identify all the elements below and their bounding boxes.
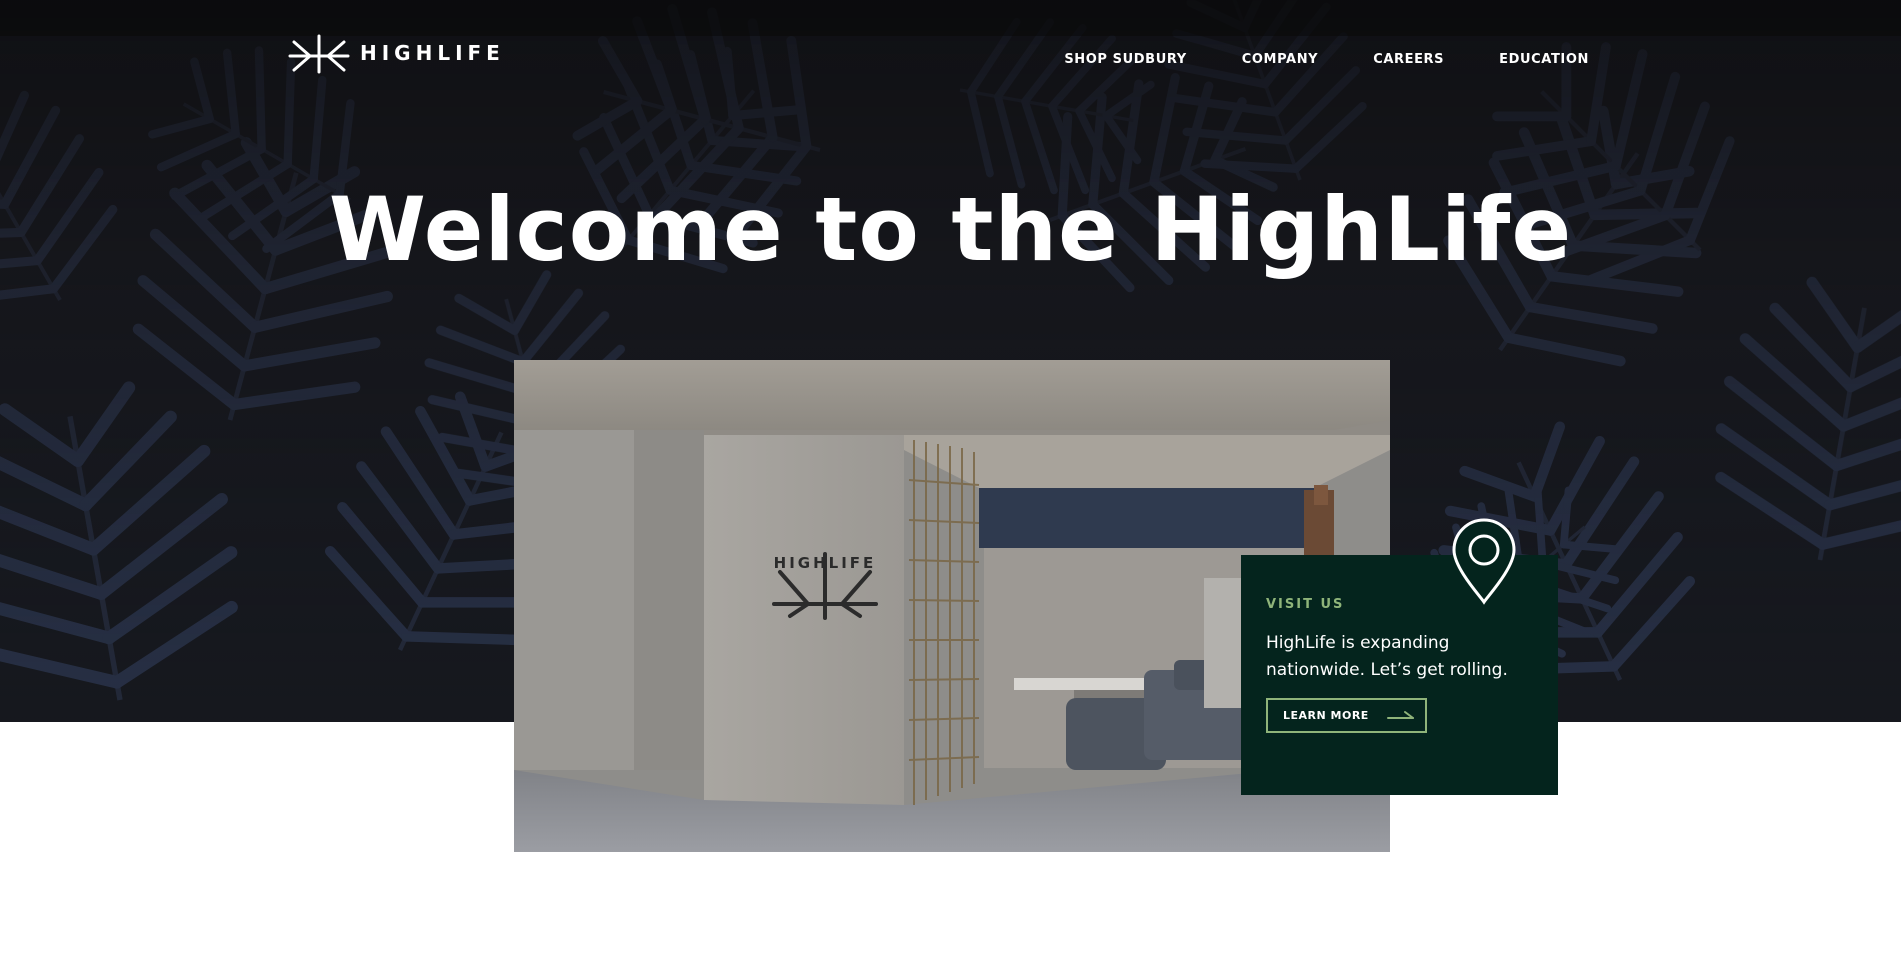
learn-more-label: LEARN MORE [1283, 709, 1369, 722]
wall-logo: HIGHLIFE [770, 550, 880, 620]
nav-item-shop-sudbury[interactable]: SHOP SUDBURY [1064, 52, 1186, 67]
learn-more-button[interactable]: LEARN MORE [1266, 698, 1427, 733]
hero-headline: Welcome to the HighLife [328, 178, 1573, 281]
logo-text: HIGHLIFE [360, 41, 505, 65]
nav-item-education[interactable]: EDUCATION [1499, 52, 1589, 67]
highlife-logo-icon [288, 34, 350, 74]
highlife-wall-logo-icon [772, 552, 878, 620]
location-pin-icon [1452, 518, 1516, 605]
main-nav: SHOP SUDBURY COMPANY CAREERS EDUCATION [1064, 52, 1589, 67]
nav-item-careers[interactable]: CAREERS [1373, 52, 1444, 67]
arrow-right-icon [1386, 710, 1414, 719]
top-bar [0, 0, 1901, 36]
site-logo[interactable]: HIGHLIFE [288, 30, 505, 76]
visit-us-text: HighLife is expanding nationwide. Let’s … [1266, 633, 1508, 680]
nav-item-company[interactable]: COMPANY [1242, 52, 1318, 67]
